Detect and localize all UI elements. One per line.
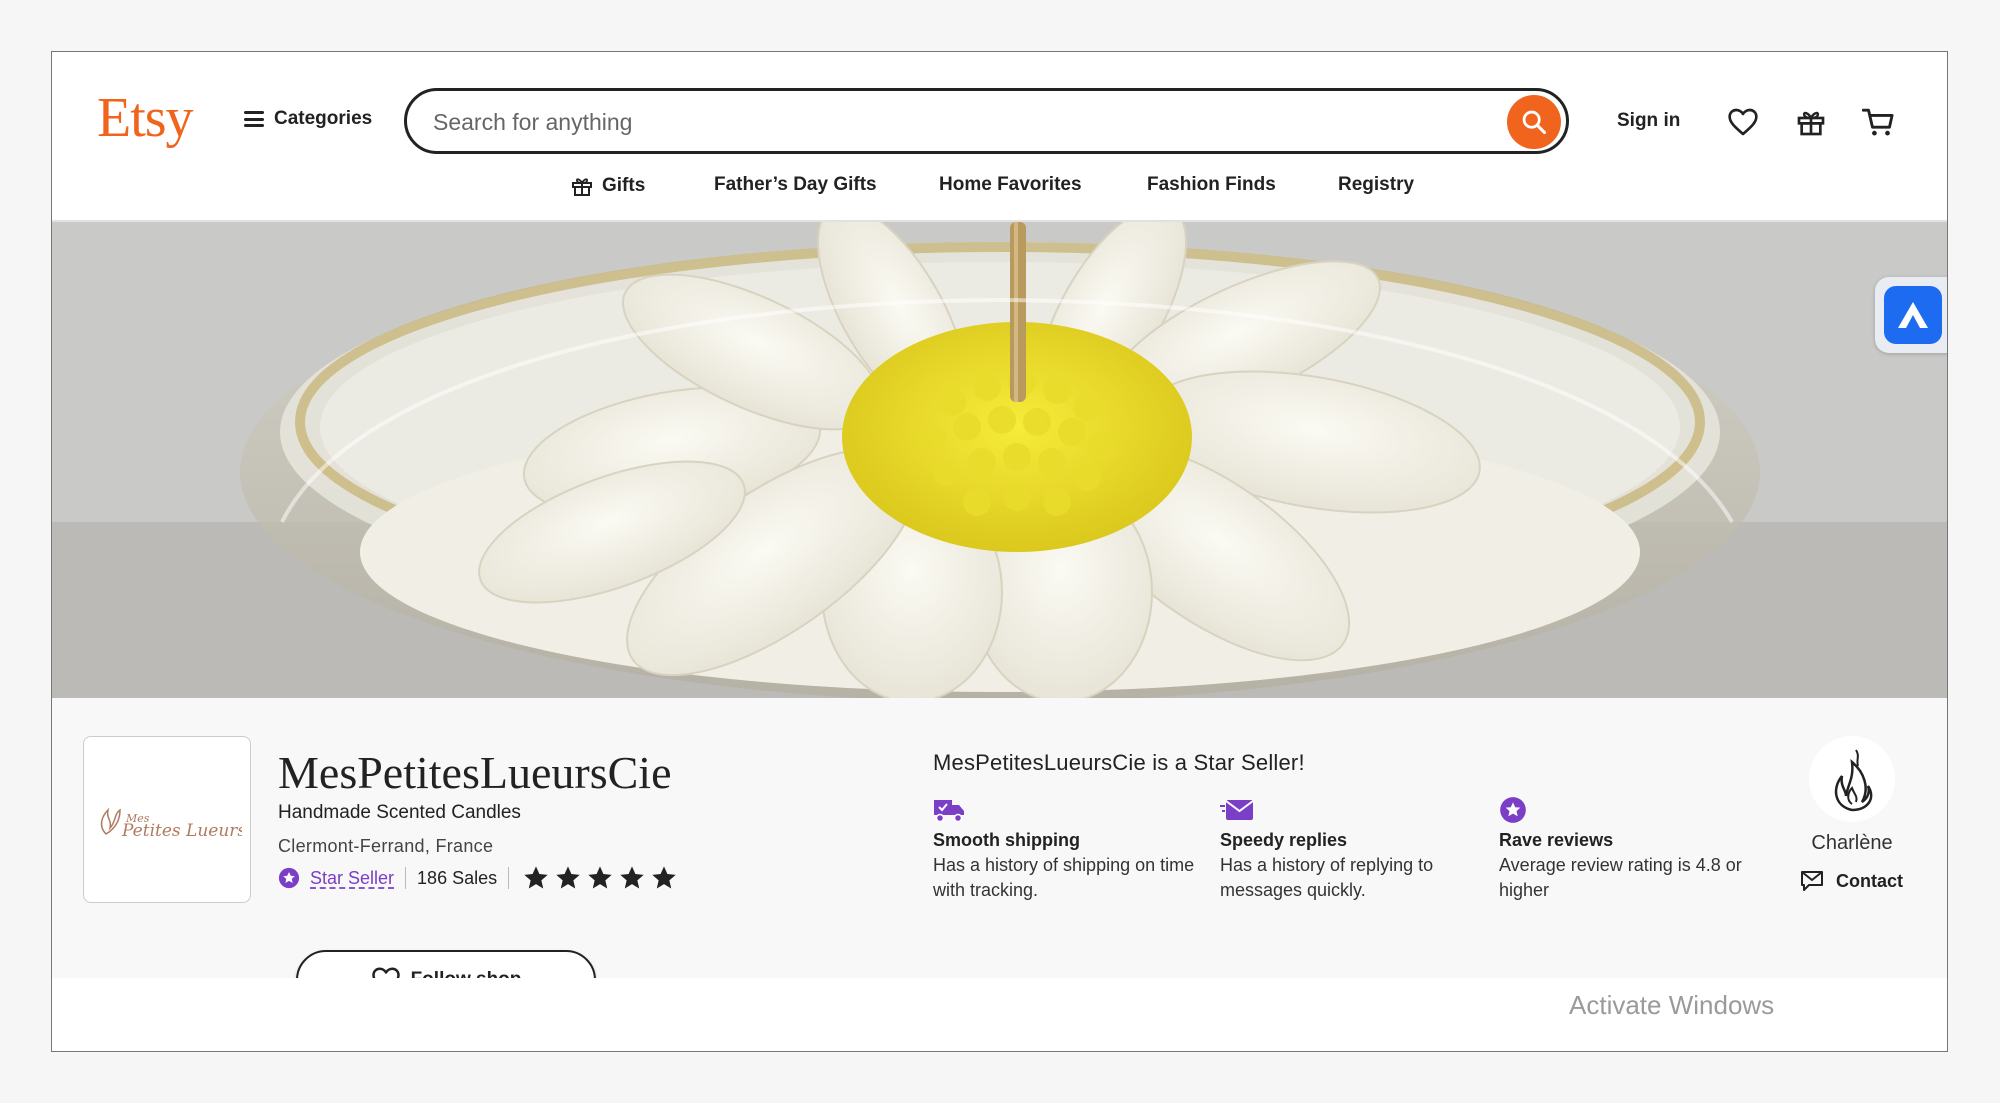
subnav-home-favorites[interactable]: Home Favorites bbox=[939, 174, 1082, 196]
shop-banner-image bbox=[52, 222, 1947, 698]
divider bbox=[405, 867, 407, 889]
truck-icon bbox=[934, 800, 964, 823]
subnav-fashion-finds[interactable]: Fashion Finds bbox=[1147, 174, 1276, 196]
perk-description: Has a history of replying to messages qu… bbox=[1220, 855, 1434, 900]
subnav-label: Registry bbox=[1338, 174, 1415, 195]
rating-stars[interactable] bbox=[522, 864, 678, 892]
shop-logo-graphic: Mes Petites Lueurs bbox=[100, 807, 242, 841]
envelope-icon bbox=[1220, 800, 1254, 820]
shop-name: MesPetitesLueursCie bbox=[278, 747, 672, 798]
perk-smooth-shipping: Smooth shipping Has a history of shippin… bbox=[933, 796, 1203, 903]
subnav-label: Home Favorites bbox=[939, 174, 1082, 195]
daisy-candle-illustration bbox=[52, 222, 1947, 698]
perk-description: Has a history of shipping on time with t… bbox=[933, 855, 1195, 900]
perk-speedy-replies: Speedy replies Has a history of replying… bbox=[1220, 796, 1490, 903]
cart-button[interactable] bbox=[1861, 104, 1897, 140]
star-badge-icon bbox=[1500, 797, 1526, 823]
star-icon bbox=[524, 866, 548, 889]
search-input[interactable] bbox=[431, 101, 1435, 143]
perk-title: Rave reviews bbox=[1499, 830, 1614, 850]
search-icon bbox=[1522, 110, 1547, 135]
star-seller-heading: MesPetitesLueursCie is a Star Seller! bbox=[933, 750, 1305, 775]
divider bbox=[508, 867, 510, 889]
star-seller-badge-icon bbox=[278, 867, 300, 889]
contact-button[interactable]: Contact bbox=[1800, 870, 1903, 892]
categories-label: Categories bbox=[274, 108, 373, 129]
star-icon bbox=[556, 866, 580, 889]
search-bar bbox=[404, 88, 1569, 154]
sign-in-link[interactable]: Sign in bbox=[1617, 110, 1680, 132]
message-icon bbox=[1801, 871, 1823, 891]
perk-title: Smooth shipping bbox=[933, 830, 1080, 850]
heart-icon bbox=[1728, 108, 1758, 136]
shop-meta-row: Star Seller 186 Sales bbox=[278, 864, 678, 892]
perk-title: Speedy replies bbox=[1220, 830, 1348, 850]
hamburger-icon bbox=[244, 111, 264, 127]
favorites-button[interactable] bbox=[1725, 104, 1761, 140]
star-icon bbox=[588, 866, 612, 889]
flame-logo-icon bbox=[1834, 749, 1873, 812]
perk-description: Average review rating is 4.8 or higher bbox=[1499, 855, 1742, 900]
contact-label: Contact bbox=[1836, 870, 1903, 891]
star-icon bbox=[652, 866, 676, 889]
subnav-gifts[interactable]: Gifts bbox=[570, 174, 645, 198]
shop-info-section: Mes Petites Lueurs MesPetitesLueursCie H… bbox=[52, 698, 1947, 1010]
subnav-fathers-day-gifts[interactable]: Father’s Day Gifts bbox=[714, 174, 877, 196]
shop-location: Clermont-Ferrand, France bbox=[278, 836, 494, 856]
owner-avatar[interactable] bbox=[1809, 736, 1895, 822]
cart-icon bbox=[1862, 108, 1894, 136]
browser-viewport: Etsy Categories Sign in bbox=[51, 51, 1948, 1052]
star-icon bbox=[620, 866, 644, 889]
search-button[interactable] bbox=[1507, 95, 1561, 149]
subnav-label: Fashion Finds bbox=[1147, 174, 1276, 195]
etsy-logo[interactable]: Etsy bbox=[97, 86, 194, 150]
owner-name: Charlène bbox=[1811, 832, 1893, 854]
sales-count: 186 Sales bbox=[417, 867, 498, 888]
shop-logo: Mes Petites Lueurs bbox=[83, 736, 251, 903]
category-subnav: Gifts Father’s Day Gifts Home Favorites … bbox=[52, 170, 1947, 210]
svg-text:Petites Lueurs: Petites Lueurs bbox=[121, 821, 242, 841]
subnav-registry[interactable]: Registry bbox=[1338, 174, 1414, 196]
subnav-label: Gifts bbox=[602, 175, 646, 196]
perk-rave-reviews: Rave reviews Average review rating is 4.… bbox=[1499, 796, 1769, 903]
star-seller-link[interactable]: Star Seller bbox=[310, 868, 394, 889]
site-header: Etsy Categories Sign in bbox=[52, 52, 1947, 222]
gift-icon bbox=[572, 178, 592, 196]
extension-logo-icon bbox=[1884, 286, 1942, 344]
shop-tagline: Handmade Scented Candles bbox=[278, 802, 521, 823]
activate-windows-watermark: Activate Windows bbox=[1569, 990, 1775, 1020]
gift-button[interactable] bbox=[1793, 104, 1829, 140]
browser-extension-widget[interactable] bbox=[1875, 277, 1947, 353]
gift-icon bbox=[1797, 111, 1825, 136]
subnav-label: Father’s Day Gifts bbox=[714, 174, 877, 195]
categories-button[interactable]: Categories bbox=[244, 108, 372, 130]
